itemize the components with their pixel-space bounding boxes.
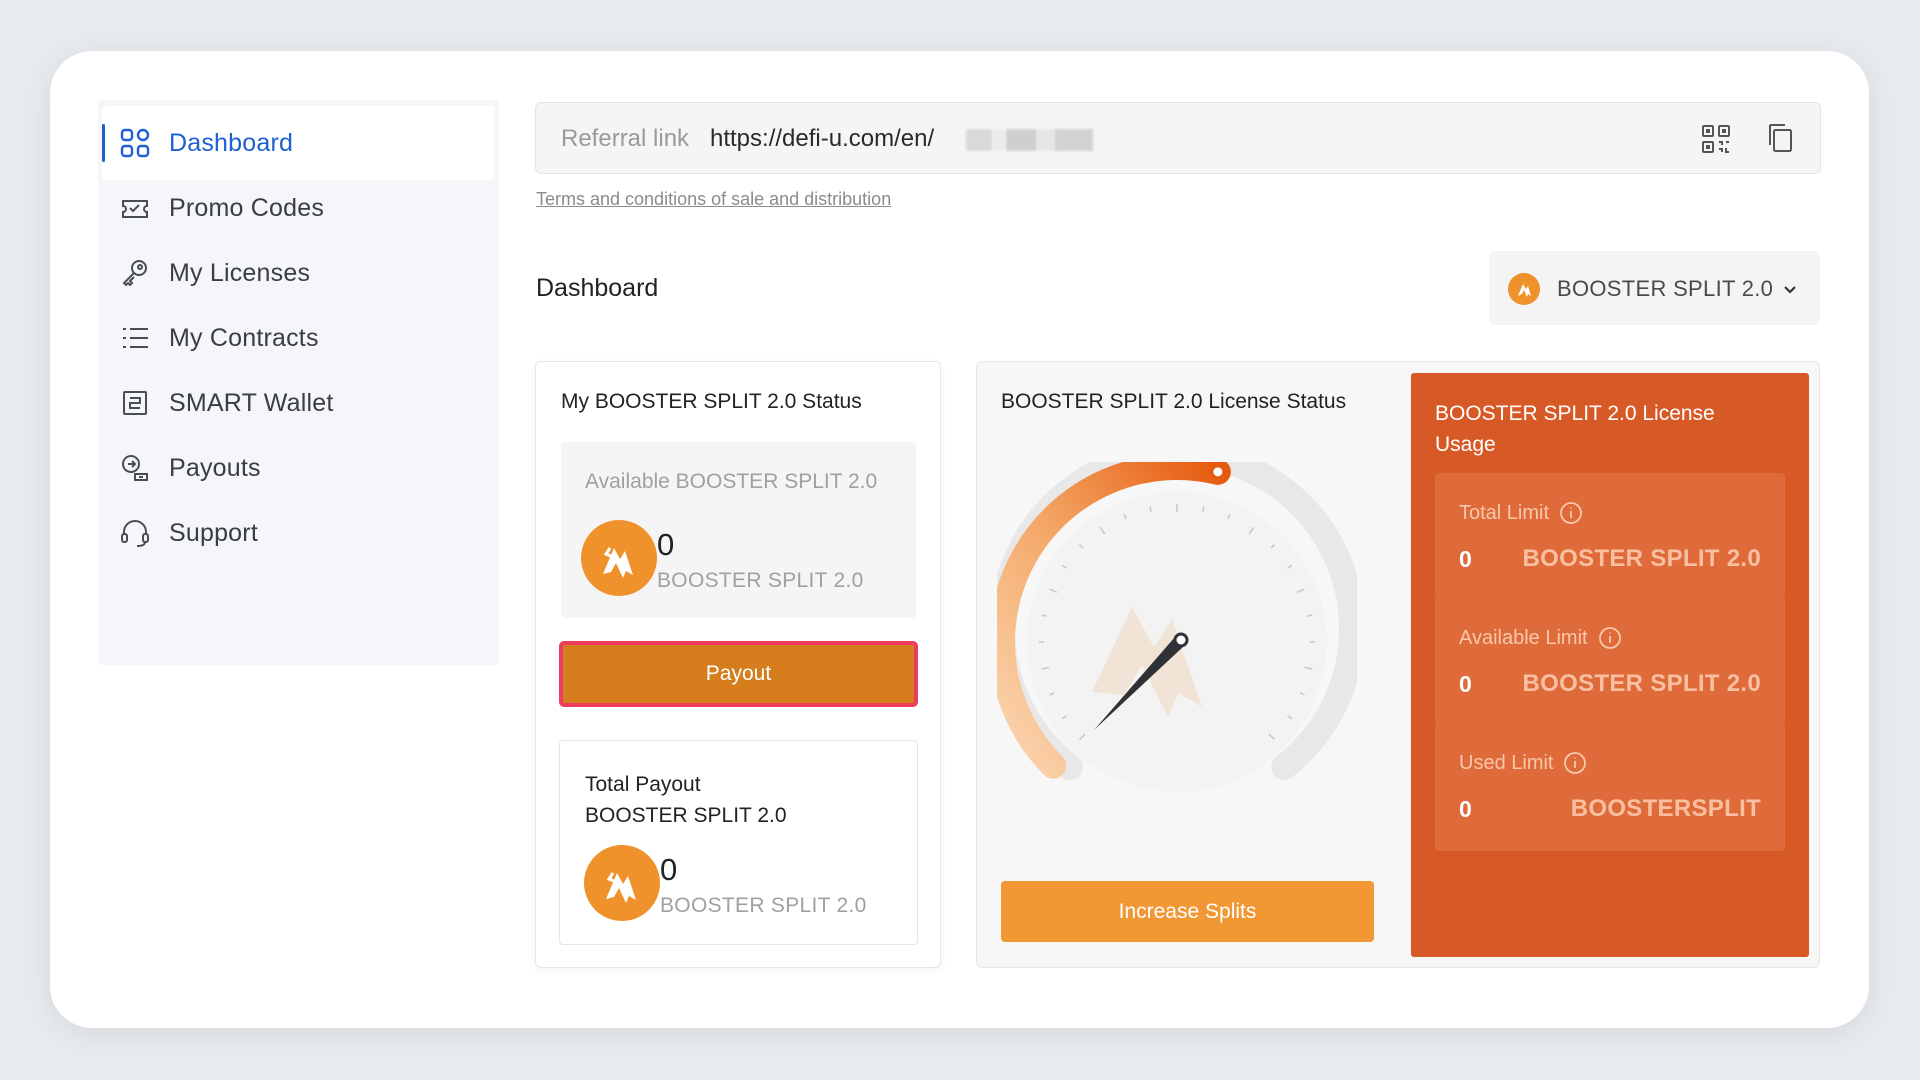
used-limit-value: 0: [1459, 796, 1472, 822]
sidebar-item-label: Payouts: [169, 453, 261, 482]
headset-icon: [118, 516, 152, 550]
sidebar-item-promo-codes[interactable]: Promo Codes: [102, 171, 494, 245]
gauge-tick: [1149, 506, 1152, 512]
sidebar-item-my-contracts[interactable]: My Contracts: [102, 301, 494, 375]
wallet-icon: [118, 386, 152, 420]
total-payout-unit: BOOSTER SPLIT 2.0: [660, 894, 867, 917]
product-select-value: BOOSTER SPLIT 2.0: [1557, 276, 1774, 301]
ticket-icon: [118, 191, 152, 225]
license-status-title: BOOSTER SPLIT 2.0 License Status: [1001, 390, 1347, 413]
total-limit-unit: BOOSTER SPLIT 2.0: [1522, 545, 1761, 572]
sidebar-item-dashboard[interactable]: Dashboard: [102, 106, 494, 180]
available-value: 0: [657, 527, 675, 562]
total-limit-box: Total Limit 0 BOOSTER SPLIT 2.0: [1435, 473, 1785, 601]
used-limit-unit: BOOSTERSPLIT: [1570, 795, 1761, 822]
booster-split-coin-icon: [581, 520, 657, 596]
total-payout-box: Total Payout BOOSTER SPLIT 2.0 0 BOOSTER…: [559, 740, 918, 945]
info-icon[interactable]: [1563, 751, 1587, 775]
payout-button[interactable]: Payout: [559, 641, 918, 707]
license-usage-panel: BOOSTER SPLIT 2.0 License Usage Total Li…: [1411, 373, 1809, 957]
qr-code-icon[interactable]: [1700, 123, 1732, 155]
sidebar-item-my-licenses[interactable]: My Licenses: [102, 236, 494, 310]
gauge-end-dot: [1210, 464, 1226, 480]
total-payout-label: Total Payout BOOSTER SPLIT 2.0: [585, 769, 787, 831]
info-icon[interactable]: [1598, 626, 1622, 650]
sidebar-item-smart-wallet[interactable]: SMART Wallet: [102, 366, 494, 440]
license-card: BOOSTER SPLIT 2.0 License Status Increas…: [976, 361, 1820, 968]
referral-code-redacted: [966, 129, 1093, 151]
gauge-tick: [1202, 506, 1205, 512]
sidebar-item-support[interactable]: Support: [102, 496, 494, 570]
referral-label: Referral link: [561, 125, 690, 152]
sidebar-item-label: My Contracts: [169, 323, 319, 352]
sidebar-item-label: My Licenses: [169, 258, 311, 287]
used-limit-label-text: Used Limit: [1459, 751, 1554, 774]
key-icon: [118, 256, 152, 290]
copy-icon[interactable]: [1764, 121, 1798, 155]
list-icon: [118, 321, 152, 355]
available-limit-box: Available Limit 0 BOOSTER SPLIT 2.0: [1435, 598, 1785, 726]
total-limit-value: 0: [1459, 546, 1472, 572]
gauge-tick: [1041, 614, 1047, 617]
status-card: My BOOSTER SPLIT 2.0 Status Available BO…: [535, 361, 941, 968]
available-limit-label: Available Limit: [1459, 626, 1622, 650]
available-limit-label-text: Available Limit: [1459, 626, 1588, 649]
total-payout-value: 0: [660, 852, 678, 887]
sidebar: Dashboard Promo Codes My Licenses My Con…: [98, 100, 499, 665]
used-limit-label: Used Limit: [1459, 751, 1587, 775]
info-icon[interactable]: [1559, 501, 1583, 525]
status-card-title: My BOOSTER SPLIT 2.0 Status: [561, 390, 862, 413]
license-gauge: [989, 440, 1365, 822]
sidebar-item-label: Support: [169, 518, 258, 547]
available-limit-value: 0: [1459, 671, 1472, 697]
license-usage-title: BOOSTER SPLIT 2.0 License Usage: [1435, 402, 1715, 456]
dashboard-grid-icon: [118, 126, 152, 160]
chevron-down-icon: [1781, 280, 1799, 298]
booster-split-coin-icon: [584, 845, 660, 921]
available-balance-box: Available BOOSTER SPLIT 2.0 0 BOOSTER SP…: [561, 442, 916, 618]
total-limit-label-text: Total Limit: [1459, 501, 1550, 524]
page-title: Dashboard: [536, 274, 659, 302]
referral-link-field[interactable]: Referral link https://defi-u.com/en/: [535, 102, 1821, 174]
total-payout-label-line1: Total Payout: [585, 773, 701, 796]
available-unit: BOOSTER SPLIT 2.0: [657, 569, 864, 592]
sidebar-item-label: Dashboard: [169, 128, 294, 157]
gauge-tick: [1307, 614, 1313, 617]
increase-splits-button[interactable]: Increase Splits: [1001, 881, 1374, 942]
terms-link[interactable]: Terms and conditions of sale and distrib…: [536, 189, 891, 210]
available-limit-unit: BOOSTER SPLIT 2.0: [1522, 670, 1761, 697]
sidebar-item-label: SMART Wallet: [169, 388, 334, 417]
sidebar-item-payouts[interactable]: Payouts: [102, 431, 494, 505]
payout-icon: [118, 451, 152, 485]
booster-split-logo-icon: [1508, 273, 1540, 305]
available-label: Available BOOSTER SPLIT 2.0: [585, 470, 878, 493]
total-payout-label-line2: BOOSTER SPLIT 2.0: [585, 804, 787, 827]
product-select-dropdown[interactable]: BOOSTER SPLIT 2.0: [1489, 251, 1820, 325]
used-limit-box: Used Limit 0 BOOSTERSPLIT: [1435, 723, 1785, 851]
total-limit-label: Total Limit: [1459, 501, 1583, 525]
sidebar-item-label: Promo Codes: [169, 193, 325, 222]
referral-url[interactable]: https://defi-u.com/en/: [710, 125, 934, 153]
